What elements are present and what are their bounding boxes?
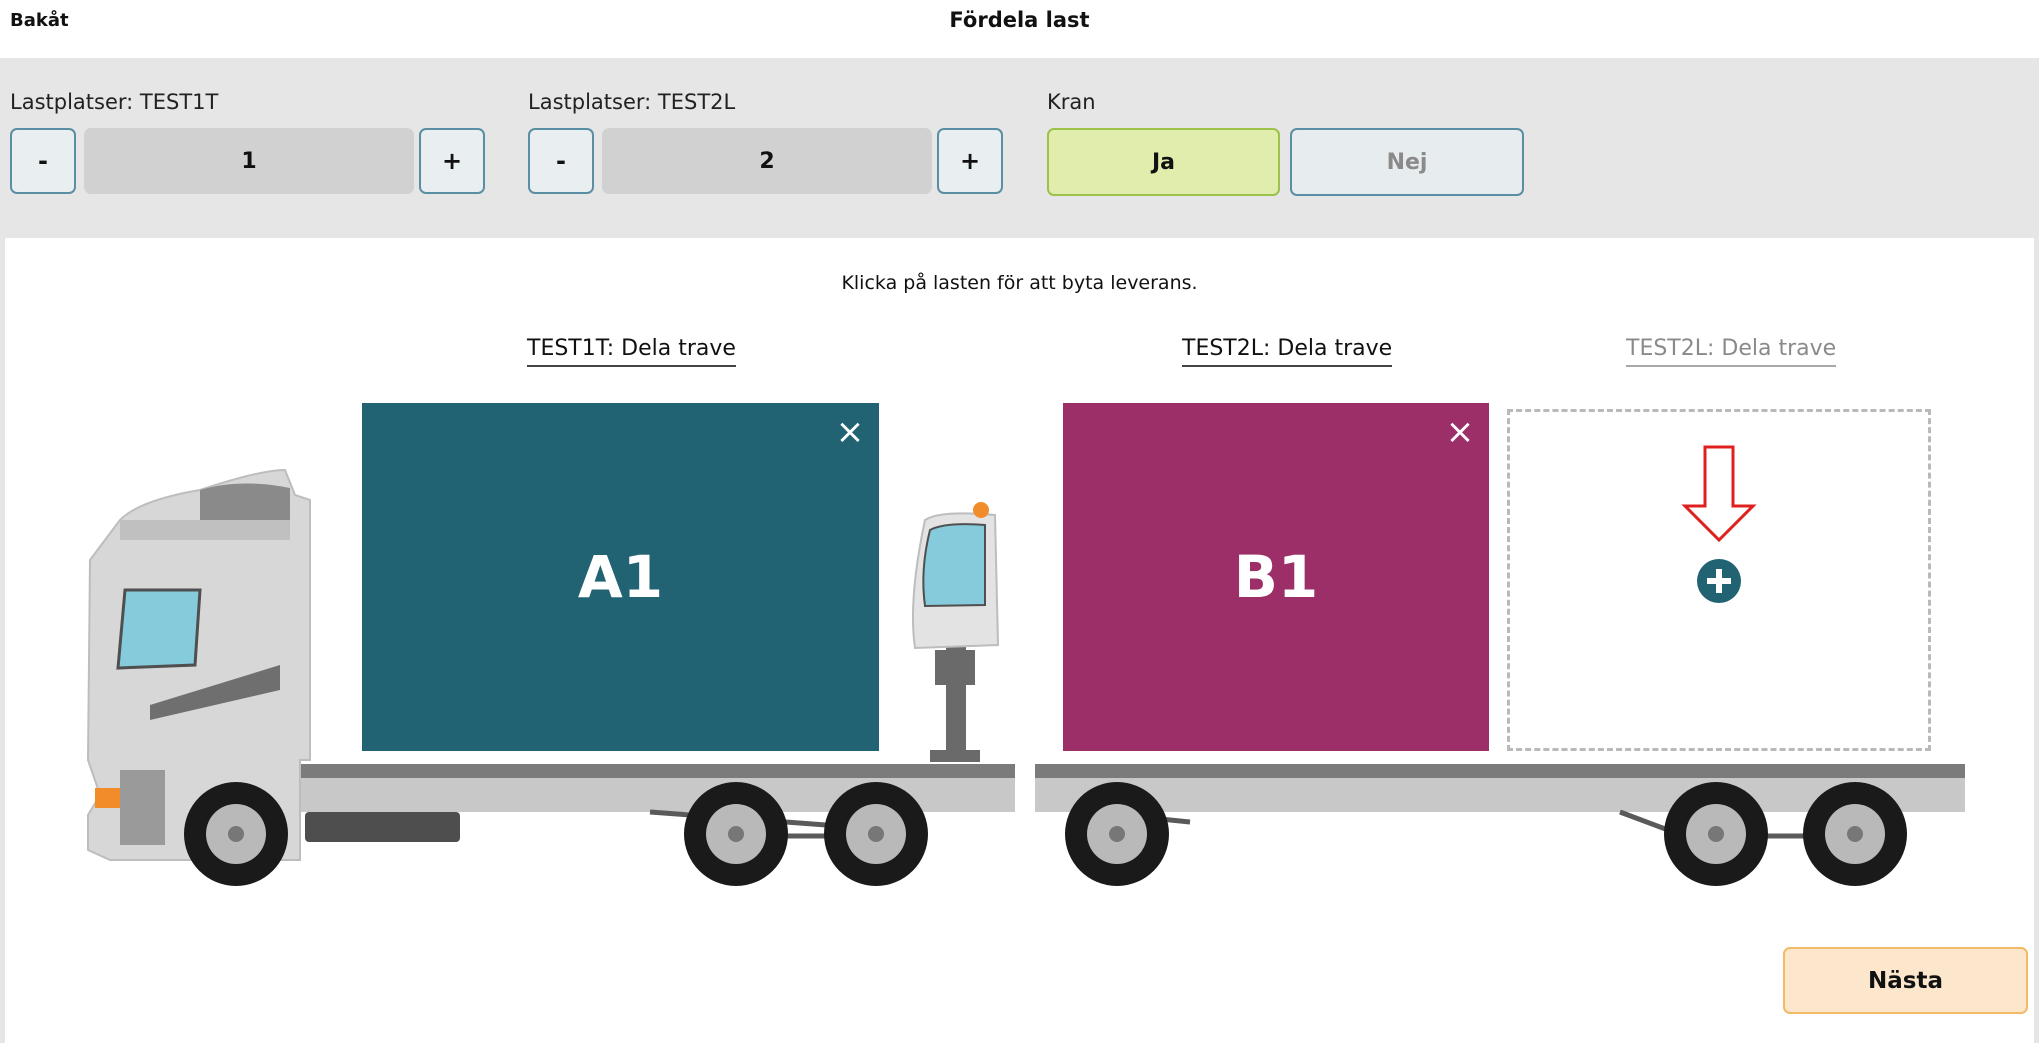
arrow-down-icon: [1681, 445, 1757, 543]
wheel-icon: [1065, 782, 1169, 886]
add-load-graphic: [1681, 445, 1757, 603]
next-button[interactable]: Nästa: [1783, 947, 2028, 1014]
wheel-icon: [824, 782, 928, 886]
load-box-b1[interactable]: B1 ×: [1063, 403, 1489, 751]
close-icon[interactable]: ×: [835, 415, 865, 449]
load-label: A1: [577, 543, 664, 611]
load-label: B1: [1233, 543, 1319, 611]
load-box-a1[interactable]: A1 ×: [362, 403, 879, 751]
close-icon[interactable]: ×: [1445, 415, 1475, 449]
wheel-icon: [184, 782, 288, 886]
plus-circle-icon[interactable]: [1697, 559, 1741, 603]
wheel-icon: [1803, 782, 1907, 886]
empty-load-slot[interactable]: [1507, 409, 1931, 751]
wheel-icon: [1664, 782, 1768, 886]
wheel-icon: [684, 782, 788, 886]
